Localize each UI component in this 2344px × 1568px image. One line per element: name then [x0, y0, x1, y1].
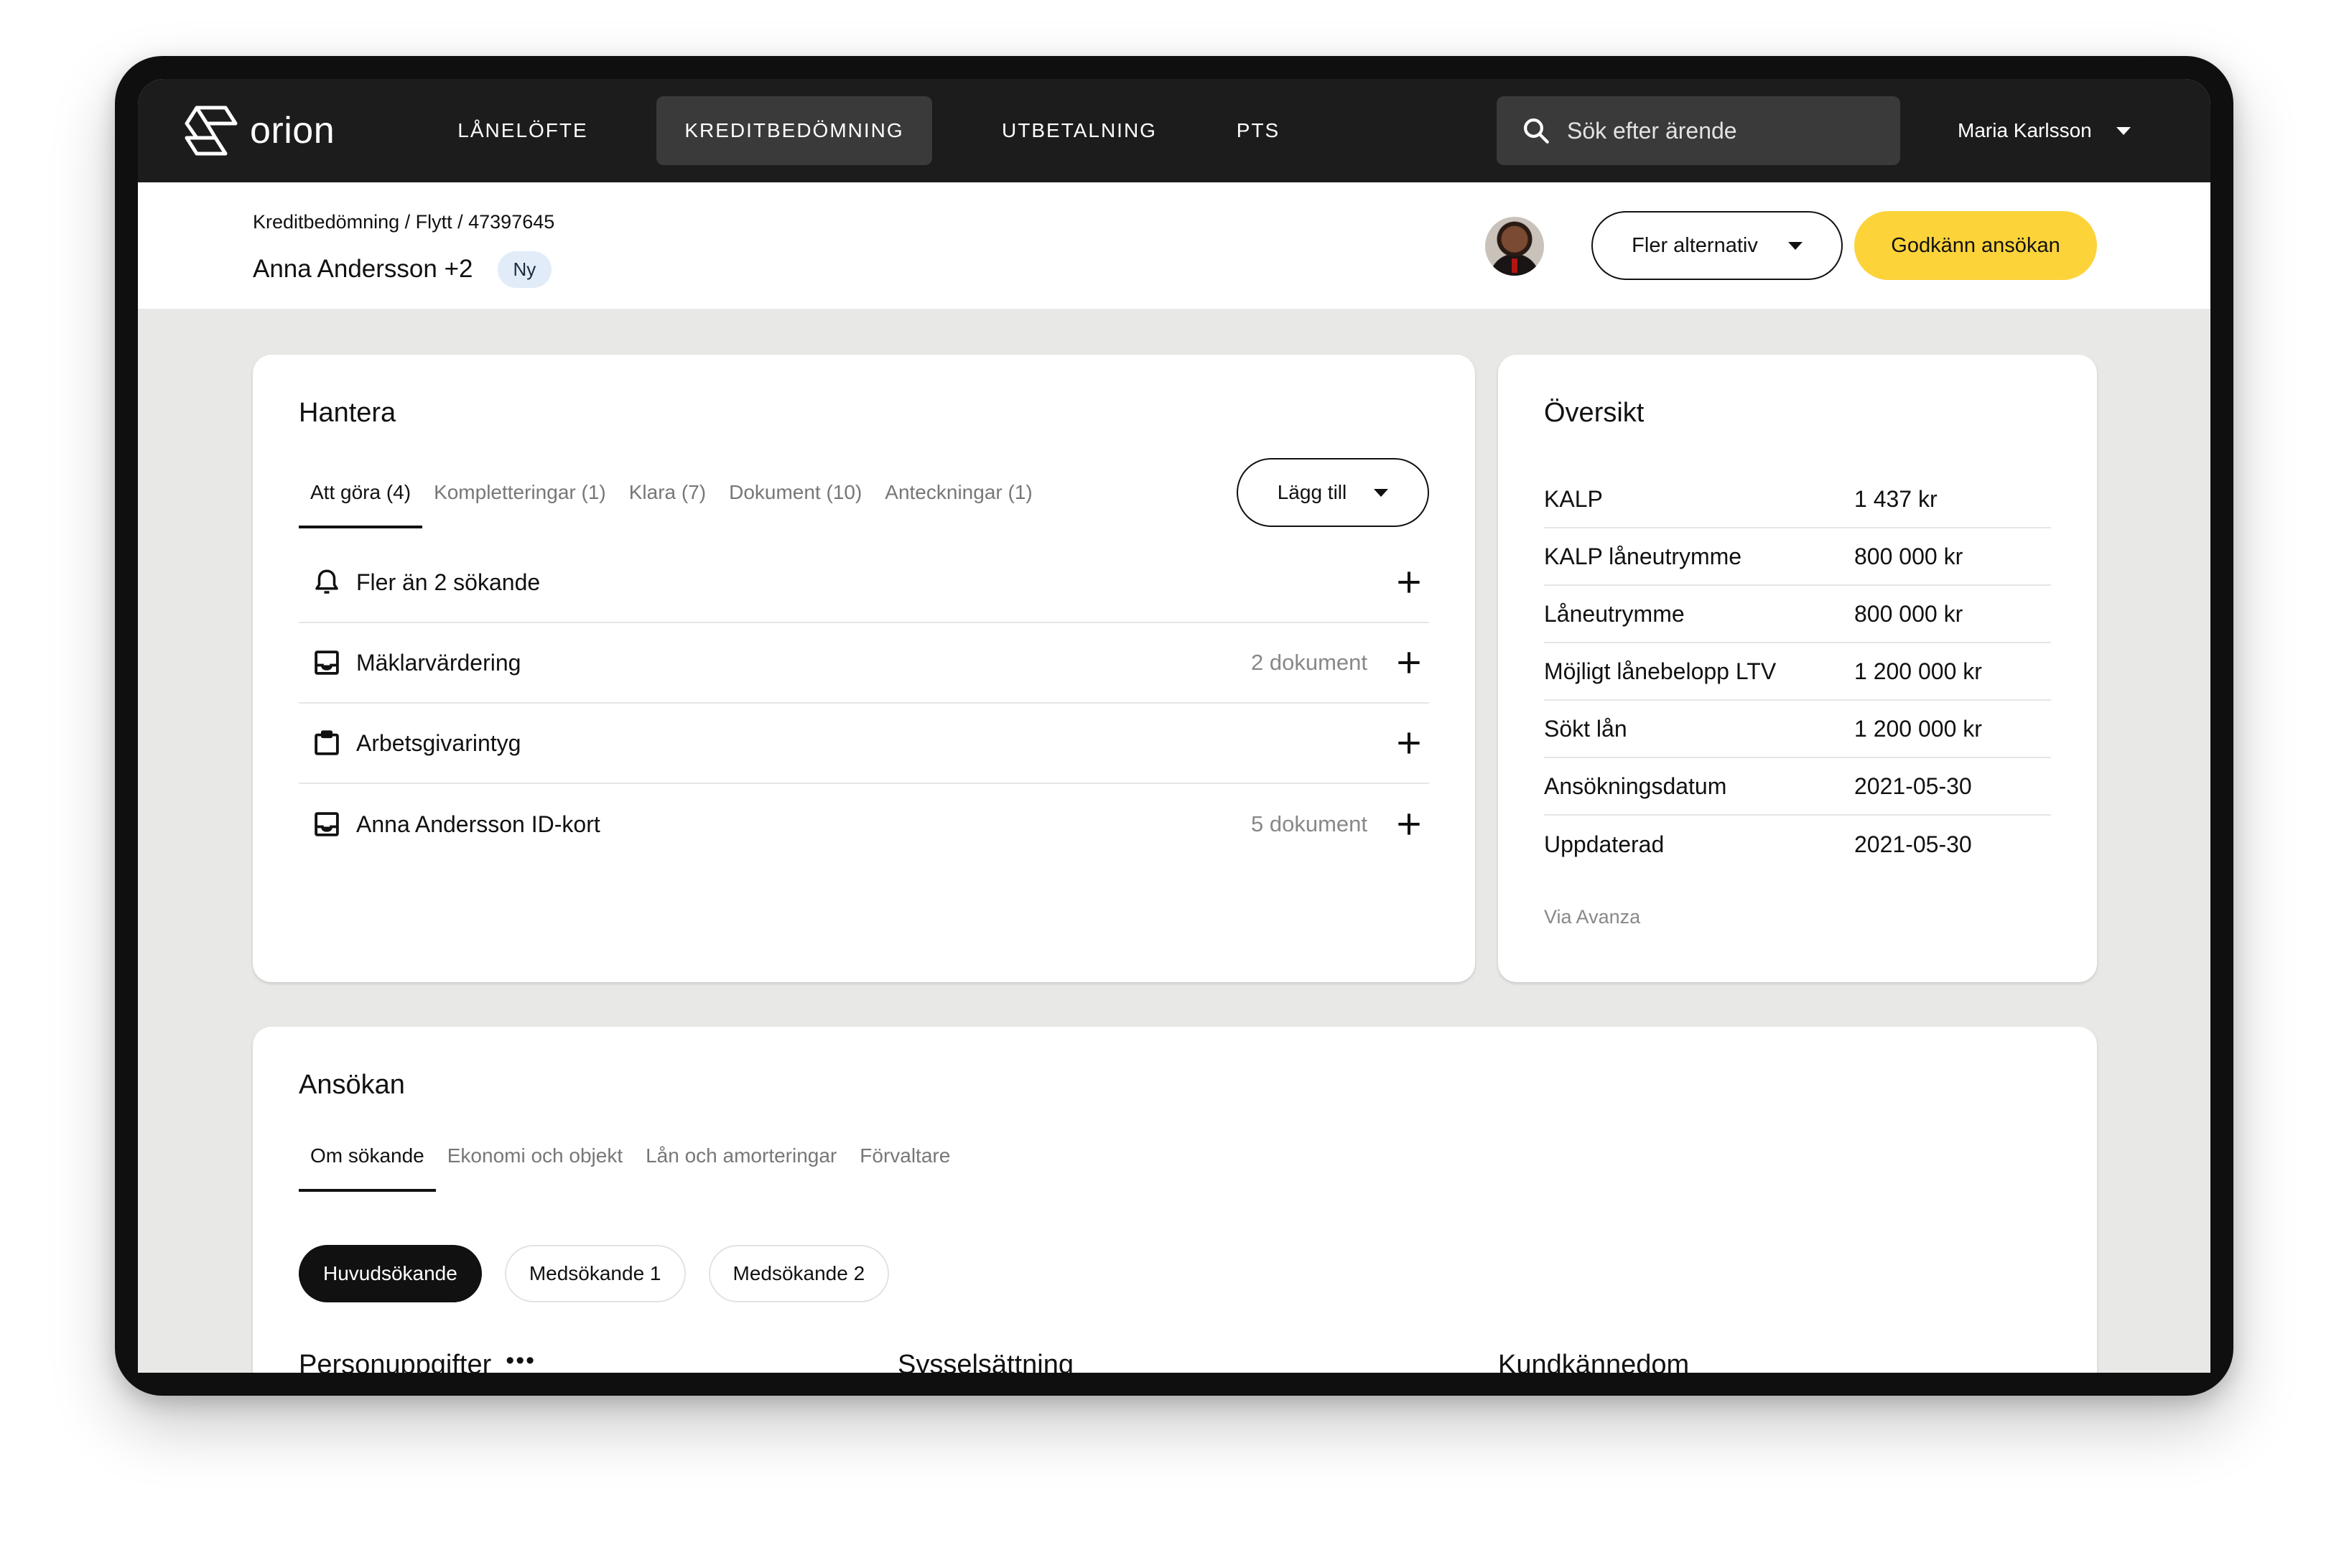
- orion-logo-icon: [185, 106, 238, 156]
- applicant-pill-medsokande-2[interactable]: Medsökande 2: [708, 1245, 890, 1302]
- manage-tabs: Att göra (4) Kompletteringar (1) Klara (…: [299, 457, 1044, 528]
- overview-title: Översikt: [1544, 398, 1645, 428]
- overview-value: 2021-05-30: [1854, 773, 1972, 799]
- user-menu[interactable]: Maria Karlsson: [1958, 96, 2131, 165]
- case-header: Kreditbedömning / Flytt / 47397645 Anna …: [138, 182, 2210, 309]
- chevron-down-icon: [1374, 488, 1389, 497]
- overview-row: Uppdaterad 2021-05-30: [1544, 816, 2051, 873]
- tab-klara[interactable]: Klara (7): [618, 457, 717, 528]
- chevron-down-icon: [2116, 126, 2131, 135]
- tab-anteckningar[interactable]: Anteckningar (1): [873, 457, 1043, 528]
- approve-application-button[interactable]: Godkänn ansökan: [1854, 211, 2097, 280]
- status-badge: Ny: [497, 251, 552, 288]
- plus-icon[interactable]: [1393, 566, 1425, 598]
- task-row[interactable]: Anna Andersson ID-kort 5 dokument: [299, 784, 1429, 864]
- search-input[interactable]: Sök efter ärende: [1497, 96, 1900, 165]
- nav-item-laneloefte[interactable]: LÅNELÖFTE: [438, 96, 608, 165]
- task-meta: 5 dokument: [1251, 811, 1367, 836]
- user-name: Maria Karlsson: [1958, 119, 2092, 141]
- overview-card: Översikt KALP 1 437 kr KALP låneutrymme …: [1498, 355, 2097, 982]
- application-card: Ansökan Om sökande Ekonomi och objekt Lå…: [253, 1027, 2097, 1373]
- overview-row: Möjligt lånebelopp LTV 1 200 000 kr: [1544, 643, 2051, 701]
- manage-title: Hantera: [299, 398, 396, 428]
- task-list: Fler än 2 sökande Mäklarvärdering 2 doku…: [299, 543, 1429, 864]
- nav-item-utbetalning[interactable]: UTBETALNING: [977, 96, 1182, 165]
- overview-value: 1 200 000 kr: [1854, 715, 1982, 742]
- application-tabs: Om sökande Ekonomi och objekt Lån och am…: [299, 1120, 962, 1192]
- application-title: Ansökan: [299, 1070, 405, 1100]
- tab-om-sokande[interactable]: Om sökande: [299, 1120, 436, 1192]
- section-title: Personuppgifter: [299, 1350, 492, 1373]
- overview-row: KALP 1 437 kr: [1544, 471, 2051, 528]
- tab-lan-och-amorteringar[interactable]: Lån och amorteringar: [634, 1120, 848, 1192]
- task-row[interactable]: Fler än 2 sökande: [299, 543, 1429, 623]
- chevron-down-icon: [1787, 241, 1803, 250]
- overview-key: Möjligt lånebelopp LTV: [1544, 658, 1777, 684]
- inbox-icon: [315, 812, 339, 836]
- overview-key: Sökt lån: [1544, 715, 1627, 742]
- overview-value: 800 000 kr: [1854, 543, 1963, 569]
- tab-kompletteringar[interactable]: Kompletteringar (1): [422, 457, 618, 528]
- tab-ekonomi-och-objekt[interactable]: Ekonomi och objekt: [436, 1120, 634, 1192]
- section-title: Kundkännedom: [1498, 1350, 1690, 1373]
- clipboard-icon: [315, 730, 339, 755]
- overview-key: KALP: [1544, 485, 1603, 512]
- tab-forvaltare[interactable]: Förvaltare: [848, 1120, 962, 1192]
- add-button-label: Lägg till: [1277, 481, 1347, 503]
- overview-row: Ansökningsdatum 2021-05-30: [1544, 758, 2051, 816]
- plus-icon[interactable]: [1393, 647, 1425, 678]
- logo-text: orion: [250, 110, 335, 151]
- overview-value: 800 000 kr: [1854, 600, 1963, 627]
- more-horizontal-icon[interactable]: •••: [506, 1347, 536, 1373]
- bell-icon: [315, 569, 338, 594]
- nav-item-kreditbedomning[interactable]: KREDITBEDÖMNING: [656, 96, 932, 165]
- tab-att-gora[interactable]: Att göra (4): [299, 457, 423, 528]
- add-button[interactable]: Lägg till: [1237, 458, 1429, 527]
- task-label: Fler än 2 sökande: [356, 569, 541, 595]
- applicant-switcher: Huvudsökande Medsökande 1 Medsökande 2: [299, 1245, 912, 1302]
- overview-list: KALP 1 437 kr KALP låneutrymme 800 000 k…: [1544, 471, 2051, 873]
- overview-source: Via Avanza: [1544, 906, 1641, 928]
- inbox-icon: [315, 650, 339, 675]
- search-icon: [1524, 118, 1549, 144]
- more-options-button[interactable]: Fler alternativ: [1591, 211, 1843, 280]
- logo[interactable]: orion: [184, 103, 335, 158]
- device-frame: orion LÅNELÖFTE KREDITBEDÖMNING UTBETALN…: [115, 56, 2233, 1396]
- overview-value: 1 437 kr: [1854, 485, 1938, 512]
- overview-key: Uppdaterad: [1544, 831, 1665, 857]
- task-label: Mäklarvärdering: [356, 649, 521, 676]
- task-meta: 2 dokument: [1251, 650, 1367, 675]
- task-label: Anna Andersson ID-kort: [356, 811, 600, 837]
- more-options-label: Fler alternativ: [1632, 233, 1758, 257]
- page-title: Anna Andersson +2: [253, 255, 473, 283]
- search-placeholder: Sök efter ärende: [1567, 117, 1737, 144]
- section-kundkannedom: Kundkännedom: [1498, 1350, 1689, 1373]
- overview-row: Sökt lån 1 200 000 kr: [1544, 701, 2051, 758]
- plus-icon[interactable]: [1393, 727, 1425, 759]
- nav-item-pts[interactable]: PTS: [1219, 96, 1297, 165]
- tab-dokument[interactable]: Dokument (10): [717, 457, 873, 528]
- applicant-pill-medsokande-1[interactable]: Medsökande 1: [504, 1245, 686, 1302]
- overview-value: 1 200 000 kr: [1854, 658, 1982, 684]
- task-row[interactable]: Arbetsgivarintyg: [299, 704, 1429, 784]
- overview-row: KALP låneutrymme 800 000 kr: [1544, 528, 2051, 586]
- section-sysselsattning: Sysselsättning: [898, 1350, 1074, 1373]
- overview-row: Låneutrymme 800 000 kr: [1544, 586, 2051, 643]
- applicant-pill-huvudsokande[interactable]: Huvudsökande: [299, 1245, 482, 1302]
- manage-card: Hantera Att göra (4) Kompletteringar (1)…: [253, 355, 1475, 982]
- section-personuppgifter: Personuppgifter •••: [299, 1347, 536, 1373]
- task-row[interactable]: Mäklarvärdering 2 dokument: [299, 623, 1429, 704]
- overview-key: Låneutrymme: [1544, 600, 1685, 627]
- app-screen: orion LÅNELÖFTE KREDITBEDÖMNING UTBETALN…: [138, 79, 2210, 1373]
- case-title-row: Anna Andersson +2 Ny: [253, 251, 552, 288]
- overview-key: Ansökningsdatum: [1544, 773, 1727, 799]
- breadcrumb[interactable]: Kreditbedömning / Flytt / 47397645: [253, 211, 554, 233]
- plus-icon[interactable]: [1393, 808, 1425, 840]
- section-title: Sysselsättning: [898, 1350, 1074, 1373]
- task-label: Arbetsgivarintyg: [356, 729, 521, 756]
- avatar[interactable]: [1485, 217, 1544, 276]
- overview-key: KALP låneutrymme: [1544, 543, 1742, 569]
- overview-value: 2021-05-30: [1854, 831, 1972, 857]
- top-navigation: orion LÅNELÖFTE KREDITBEDÖMNING UTBETALN…: [138, 79, 2210, 182]
